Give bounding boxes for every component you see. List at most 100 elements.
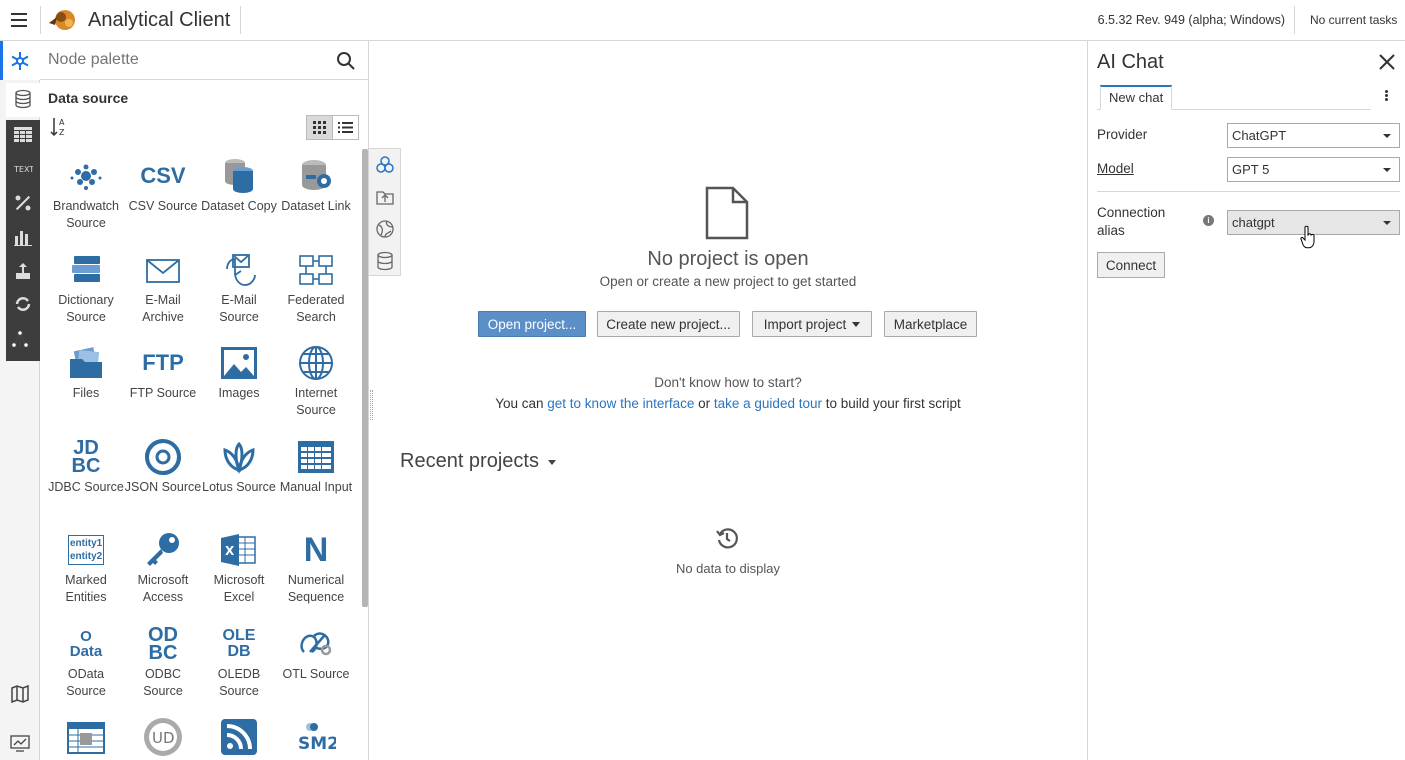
node-label: Files [72, 386, 100, 400]
provider-value: ChatGPT [1232, 128, 1287, 143]
node-label: Images [218, 386, 260, 400]
node-odata-source[interactable]: O Data OData Source [47, 622, 125, 700]
node-label: Microsoft Excel [213, 573, 265, 604]
create-project-button[interactable]: Create new project... [597, 311, 740, 337]
node-json-source[interactable]: JSON Source [124, 435, 202, 496]
dictionary-icon [72, 256, 100, 282]
excel-icon: X [221, 534, 256, 566]
node-label: E-Mail Source [219, 293, 259, 324]
node-label: JSON Source [124, 480, 202, 494]
node-ftp-source[interactable]: FTP FTP Source [124, 341, 202, 402]
oledb-icon: OLE DB [222, 627, 256, 660]
recent-projects-toggle[interactable]: Recent projects [400, 450, 539, 473]
node-ud-source[interactable]: UD [124, 715, 202, 759]
numerical-icon: N [303, 530, 329, 569]
node-numerical-sequence[interactable]: N Numerical Sequence [277, 528, 355, 606]
node-odbc-source[interactable]: ODBC ODBC Source [124, 622, 202, 700]
bar-chart-icon[interactable] [13, 227, 33, 247]
ftp-icon: FTP [142, 350, 184, 375]
node-palette-icon[interactable] [10, 51, 30, 71]
node-spreadsheet[interactable] [47, 715, 125, 759]
search-icon[interactable] [336, 51, 356, 71]
node-label: Manual Input [279, 480, 353, 494]
node-label: OLEDB Source [217, 667, 261, 698]
guided-tour-link[interactable]: take a guided tour [714, 396, 822, 411]
grid-view-button[interactable] [306, 115, 333, 140]
monitor-chart-icon[interactable] [10, 733, 30, 753]
model-link[interactable]: Model [1097, 161, 1134, 176]
node-oledb-source[interactable]: OLE DB OLEDB Source [200, 622, 278, 700]
sort-az-icon[interactable]: A Z [50, 116, 70, 138]
svg-text:A: A [59, 118, 65, 127]
marketplace-button[interactable]: Marketplace [884, 311, 977, 337]
node-label: E-Mail Archive [142, 293, 184, 324]
node-jdbc-source[interactable]: JD BC JDBC Source [47, 435, 125, 496]
tab-new-chat[interactable]: New chat [1100, 85, 1173, 110]
hand-cursor-icon [1300, 225, 1315, 249]
text-icon[interactable]: TEXT [13, 159, 33, 179]
connect-button[interactable]: Connect [1097, 252, 1165, 278]
node-marked-entities[interactable]: entity1 entity2 Marked Entities [47, 528, 125, 606]
node-label: Dictionary Source [58, 293, 114, 324]
node-files[interactable]: Files [47, 341, 125, 402]
palette-scrollbar[interactable] [362, 149, 368, 607]
database-icon[interactable] [13, 89, 33, 109]
divider [240, 6, 241, 34]
rss-icon [221, 719, 257, 755]
node-csv-source[interactable]: CSV CSV Source [124, 154, 202, 215]
manual-input-icon [298, 441, 334, 473]
node-lotus-source[interactable]: Lotus Source [200, 435, 278, 496]
node-manual-input[interactable]: Manual Input [277, 435, 355, 496]
open-project-button[interactable]: Open project... [478, 311, 586, 337]
no-project-subtitle: Open or create a new project to get star… [599, 274, 857, 289]
menu-icon[interactable] [11, 13, 27, 27]
percent-icon[interactable] [13, 193, 33, 213]
chevron-down-icon[interactable] [548, 460, 556, 465]
info-icon[interactable]: i [1203, 215, 1214, 226]
node-label: OData Source [66, 667, 106, 698]
node-dataset-copy[interactable]: Dataset Copy [200, 154, 278, 215]
export-icon[interactable] [13, 261, 33, 281]
node-label: Numerical Sequence [287, 573, 345, 604]
svg-text:SM2: SM2 [298, 734, 336, 754]
node-internet-source[interactable]: Internet Source [277, 341, 355, 419]
node-brandwatch-source[interactable]: Brandwatch Source [47, 154, 125, 232]
import-project-button[interactable]: Import project [752, 311, 872, 337]
node-otl-source[interactable]: OTL Source [277, 622, 355, 683]
app-logo [49, 10, 75, 30]
otl-icon [300, 632, 332, 656]
palette-search-input[interactable] [48, 49, 328, 71]
node-label: OTL Source [282, 667, 350, 681]
node-email-source[interactable]: E-Mail Source [200, 248, 278, 326]
model-select[interactable]: GPT 5 [1227, 157, 1400, 182]
map-icon[interactable] [10, 684, 30, 704]
node-federated-search[interactable]: Federated Search [277, 248, 355, 326]
table-icon[interactable] [13, 125, 33, 145]
interface-link[interactable]: get to know the interface [547, 396, 694, 411]
refresh-icon[interactable] [13, 294, 33, 314]
node-email-archive[interactable]: E-Mail Archive [124, 248, 202, 326]
node-label: Dataset Link [281, 199, 351, 213]
odbc-icon: ODBC [148, 624, 178, 664]
chevron-down-icon [1383, 221, 1391, 225]
more-options-icon[interactable] [1384, 90, 1390, 104]
node-rss-source[interactable] [200, 715, 278, 759]
main-area: No project is open Open or create a new … [369, 41, 1087, 760]
node-images[interactable]: Images [200, 341, 278, 402]
list-view-button[interactable] [332, 115, 359, 140]
divider [1097, 191, 1400, 192]
alias-label-line1: Connection [1097, 205, 1166, 220]
node-dataset-link[interactable]: Dataset Link [277, 154, 355, 215]
tasks-status[interactable]: No current tasks [1310, 13, 1397, 27]
provider-select[interactable]: ChatGPT [1227, 123, 1400, 148]
odata-icon: O Data [69, 628, 103, 660]
help-line: You can get to know the interface or tak… [369, 396, 1087, 411]
node-microsoft-access[interactable]: Microsoft Access [124, 528, 202, 606]
close-icon[interactable] [1378, 53, 1396, 71]
node-sm2-source[interactable]: SM2 [277, 715, 355, 759]
node-dictionary-source[interactable]: Dictionary Source [47, 248, 125, 326]
model-icon[interactable] [10, 329, 30, 349]
federated-search-icon [299, 255, 333, 285]
node-microsoft-excel[interactable]: X Microsoft Excel [200, 528, 278, 606]
version-label: 6.5.32 Rev. 949 (alpha; Windows) [1097, 13, 1285, 27]
